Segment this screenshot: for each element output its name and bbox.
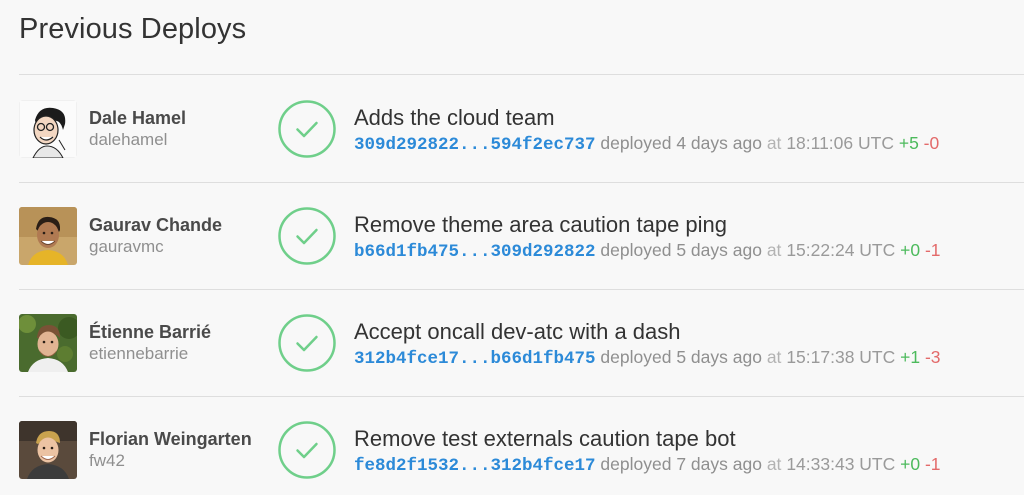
- user-login: etiennebarrie: [89, 344, 189, 363]
- deploy-row: Dale Hamel dalehamel Adds the cloud team…: [0, 75, 1024, 182]
- user-name: Gaurav Chande: [89, 215, 223, 235]
- avatar[interactable]: [19, 421, 77, 479]
- check-circle-icon: [278, 207, 336, 265]
- additions-count: +5: [898, 133, 919, 153]
- check-circle-icon: [278, 314, 336, 372]
- check-circle-icon: [278, 421, 336, 479]
- previous-deploys-page: Previous Deploys Dale Hamel dalehamel Ad…: [0, 0, 1024, 495]
- deletions-count: -1: [924, 240, 941, 260]
- user-name: Étienne Barrié: [89, 322, 212, 342]
- deploy-meta: 312b4fce17...b66d1fb475 deployed 5 days …: [354, 347, 941, 369]
- deployed-text: deployed 4 days ago: [600, 133, 762, 153]
- deploy-time: 14:33:43 UTC: [786, 454, 896, 474]
- commit-title: Adds the cloud team: [354, 105, 555, 130]
- deploy-meta: fe8d2f1532...312b4fce17 deployed 7 days …: [354, 454, 941, 476]
- deploy-time: 18:11:06 UTC: [786, 133, 894, 153]
- commit-title: Accept oncall dev-atc with a dash: [354, 319, 681, 344]
- deletions-count: -3: [924, 347, 941, 367]
- deployed-text: deployed 5 days ago: [600, 240, 762, 260]
- commit-range-link[interactable]: 312b4fce17...b66d1fb475: [354, 349, 596, 369]
- avatar[interactable]: [19, 314, 77, 372]
- avatar[interactable]: [19, 100, 77, 158]
- user-login: gauravmc: [89, 237, 164, 256]
- commit-title: Remove test externals caution tape bot: [354, 426, 736, 451]
- at-word: at: [766, 454, 782, 474]
- commit-title: Remove theme area caution tape ping: [354, 212, 728, 237]
- deploy-row: Gaurav Chande gauravmc Remove theme area…: [0, 182, 1024, 289]
- avatar[interactable]: [19, 207, 77, 265]
- commit-range-link[interactable]: 309d292822...594f2ec737: [354, 135, 596, 155]
- deployed-text: deployed 7 days ago: [600, 454, 762, 474]
- additions-count: +1: [900, 347, 921, 367]
- check-circle-icon: [278, 100, 336, 158]
- commit-range-link[interactable]: fe8d2f1532...312b4fce17: [354, 456, 596, 476]
- deploy-row: Étienne Barrié etiennebarrie Accept onca…: [0, 289, 1024, 396]
- deletions-count: -1: [924, 454, 941, 474]
- deletions-count: -0: [923, 133, 940, 153]
- at-word: at: [766, 240, 782, 260]
- commit-range-link[interactable]: b66d1fb475...309d292822: [354, 242, 596, 262]
- page-title: Previous Deploys: [19, 13, 247, 45]
- deploy-time: 15:17:38 UTC: [786, 347, 896, 367]
- deploy-meta: 309d292822...594f2ec737 deployed 4 days …: [354, 133, 939, 155]
- additions-count: +0: [900, 240, 921, 260]
- deploy-row: Florian Weingarten fw42 Remove test exte…: [0, 396, 1024, 495]
- deployed-text: deployed 5 days ago: [600, 347, 762, 367]
- additions-count: +0: [900, 454, 921, 474]
- user-name: Florian Weingarten: [89, 429, 252, 449]
- at-word: at: [766, 133, 782, 153]
- at-word: at: [766, 347, 782, 367]
- deploy-meta: b66d1fb475...309d292822 deployed 5 days …: [354, 240, 941, 262]
- user-login: dalehamel: [89, 130, 168, 149]
- user-name: Dale Hamel: [89, 108, 187, 128]
- user-login: fw42: [89, 451, 125, 470]
- deploy-time: 15:22:24 UTC: [786, 240, 896, 260]
